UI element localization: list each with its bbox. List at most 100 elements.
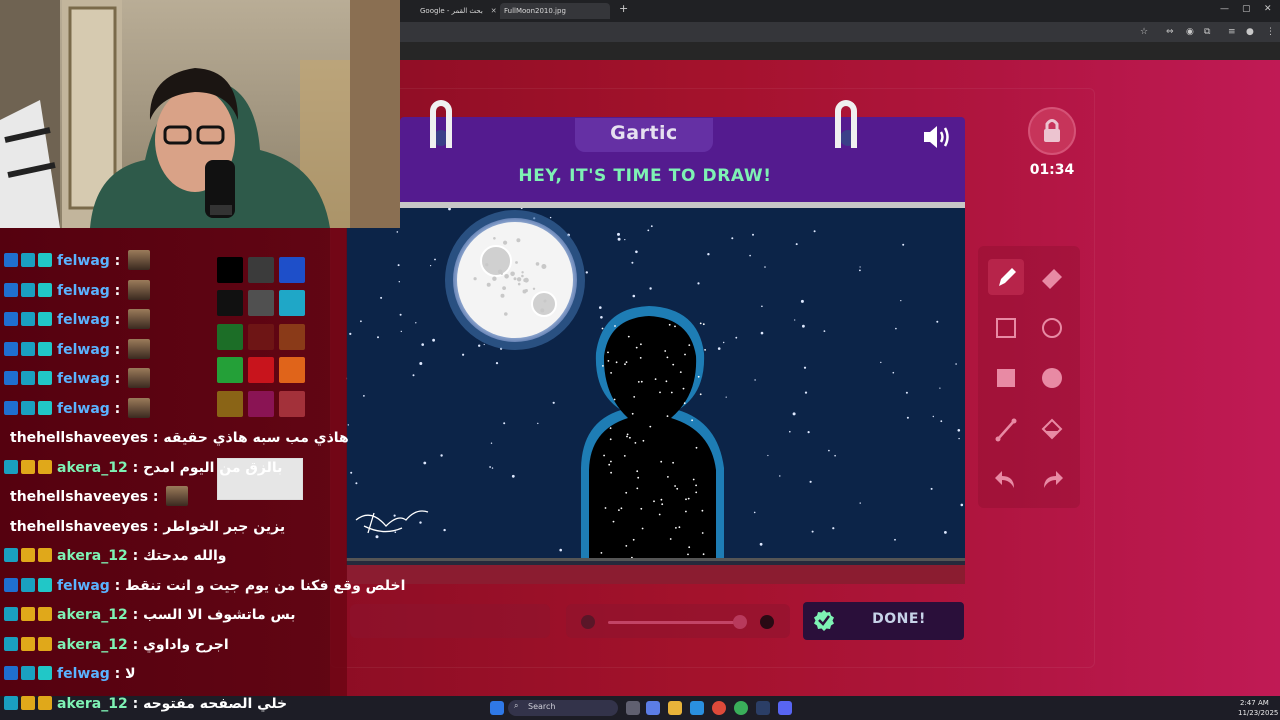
copilot-icon[interactable] — [646, 701, 660, 715]
edge-icon[interactable] — [734, 701, 748, 715]
new-tab-button[interactable]: + — [619, 2, 628, 15]
body-star — [604, 507, 607, 509]
star — [440, 454, 443, 457]
star — [483, 343, 485, 346]
gift-badge-icon — [38, 400, 52, 415]
circle-filled-icon[interactable] — [1034, 360, 1070, 396]
star — [823, 330, 826, 332]
browser-tab-google[interactable]: Google - بحث القمر ✕ — [420, 3, 500, 19]
star — [707, 253, 710, 256]
fill-bucket-icon[interactable] — [1034, 411, 1070, 447]
chat-text: اخلص وقع فكنا من يوم جيت و انت تنقط — [125, 577, 406, 594]
star — [944, 531, 947, 534]
body-star — [702, 323, 705, 326]
body-star — [614, 325, 616, 327]
body-star — [688, 344, 691, 346]
shield-icon[interactable]: ◉ — [1186, 27, 1194, 37]
mod-badge-icon — [21, 253, 35, 267]
star — [355, 482, 358, 485]
sword-badge-icon — [4, 253, 18, 267]
body-star — [695, 446, 698, 449]
star — [735, 336, 738, 339]
rectangle-outline-icon[interactable] — [988, 310, 1024, 346]
address-bar[interactable]: ☆ ⇔ ◉ ⧉ ≡ ● ⋮ — [400, 22, 1280, 42]
sword-badge-icon — [4, 341, 18, 356]
star — [419, 521, 422, 524]
body-star — [640, 507, 643, 510]
media-icon[interactable]: ≡ — [1228, 27, 1236, 37]
sound-icon[interactable] — [922, 122, 954, 152]
star — [489, 466, 491, 468]
body-star — [685, 510, 687, 513]
star — [397, 264, 400, 267]
emote-image — [128, 368, 151, 388]
task-view-icon[interactable] — [626, 701, 640, 715]
chat-text: خلي الصفحه مفتوحه — [143, 695, 288, 712]
slider-handle[interactable] — [733, 615, 747, 629]
pencil-icon[interactable] — [988, 259, 1024, 295]
body-star — [699, 322, 702, 325]
profile-avatar[interactable]: ● — [1246, 27, 1254, 37]
emote-image — [128, 250, 151, 270]
chat-message: felwag : — [0, 395, 347, 423]
brush-size-selector[interactable] — [350, 604, 550, 638]
start-icon[interactable] — [490, 701, 504, 715]
star — [490, 442, 493, 444]
circle-outline-icon[interactable] — [1034, 310, 1070, 346]
star — [731, 237, 734, 240]
body-star — [653, 500, 655, 503]
body-star — [699, 393, 702, 396]
chrome-icon[interactable] — [712, 701, 726, 715]
slider-min-knob[interactable] — [581, 615, 595, 629]
body-star — [631, 412, 634, 415]
steam-icon[interactable] — [756, 701, 770, 715]
body-star — [609, 427, 612, 429]
emote-image — [128, 397, 151, 418]
bookmark-star-icon[interactable]: ☆ — [1140, 27, 1148, 37]
done-label: DONE! — [872, 611, 926, 627]
store-icon[interactable] — [690, 701, 704, 715]
star — [894, 538, 896, 541]
body-star — [615, 361, 618, 364]
body-star — [636, 470, 639, 473]
star — [697, 282, 700, 285]
star — [377, 336, 379, 339]
line-icon[interactable] — [988, 411, 1024, 447]
chat-message: akera_12 : والله مدحتك — [0, 542, 347, 570]
gift-badge-icon — [38, 341, 52, 356]
star — [632, 294, 636, 298]
chat-text: هاذي مب سبه هاذي حقيقه — [163, 430, 349, 446]
drawing-canvas[interactable] — [346, 208, 965, 564]
explorer-icon[interactable] — [668, 701, 682, 715]
eraser-icon[interactable] — [1034, 259, 1070, 295]
moon-crater — [521, 271, 524, 274]
body-star — [613, 398, 616, 401]
maximize-button[interactable]: ▢ — [1242, 4, 1251, 14]
body-star — [627, 335, 630, 338]
star — [802, 324, 805, 328]
menu-icon[interactable]: ⋮ — [1266, 27, 1275, 37]
star — [892, 371, 895, 374]
sub-badge-icon — [21, 695, 35, 710]
undo-icon[interactable] — [988, 462, 1024, 498]
minimize-button[interactable]: — — [1220, 4, 1229, 14]
star — [828, 449, 830, 452]
slider-max-knob[interactable] — [760, 615, 774, 629]
tab-close-icon[interactable]: ✕ — [491, 7, 497, 15]
sword-badge-icon — [4, 577, 18, 592]
star — [559, 548, 562, 552]
rectangle-filled-icon[interactable] — [988, 360, 1024, 396]
redo-icon[interactable] — [1034, 462, 1070, 498]
browser-tab-fullmoon[interactable]: FullMoon2010.jpg (2580×2452)✕ — [500, 3, 610, 31]
moon-crater — [543, 299, 547, 303]
puzzle-icon[interactable]: ⧉ — [1204, 27, 1210, 37]
discord-icon[interactable] — [778, 701, 792, 715]
star — [399, 313, 402, 316]
close-window-button[interactable]: ✕ — [1264, 4, 1272, 14]
opacity-slider[interactable] — [608, 621, 736, 624]
body-star — [603, 454, 605, 457]
taskbar-search[interactable] — [508, 700, 618, 716]
star — [599, 306, 602, 309]
extension-icon[interactable]: ⇔ — [1166, 27, 1174, 37]
star — [423, 461, 427, 465]
